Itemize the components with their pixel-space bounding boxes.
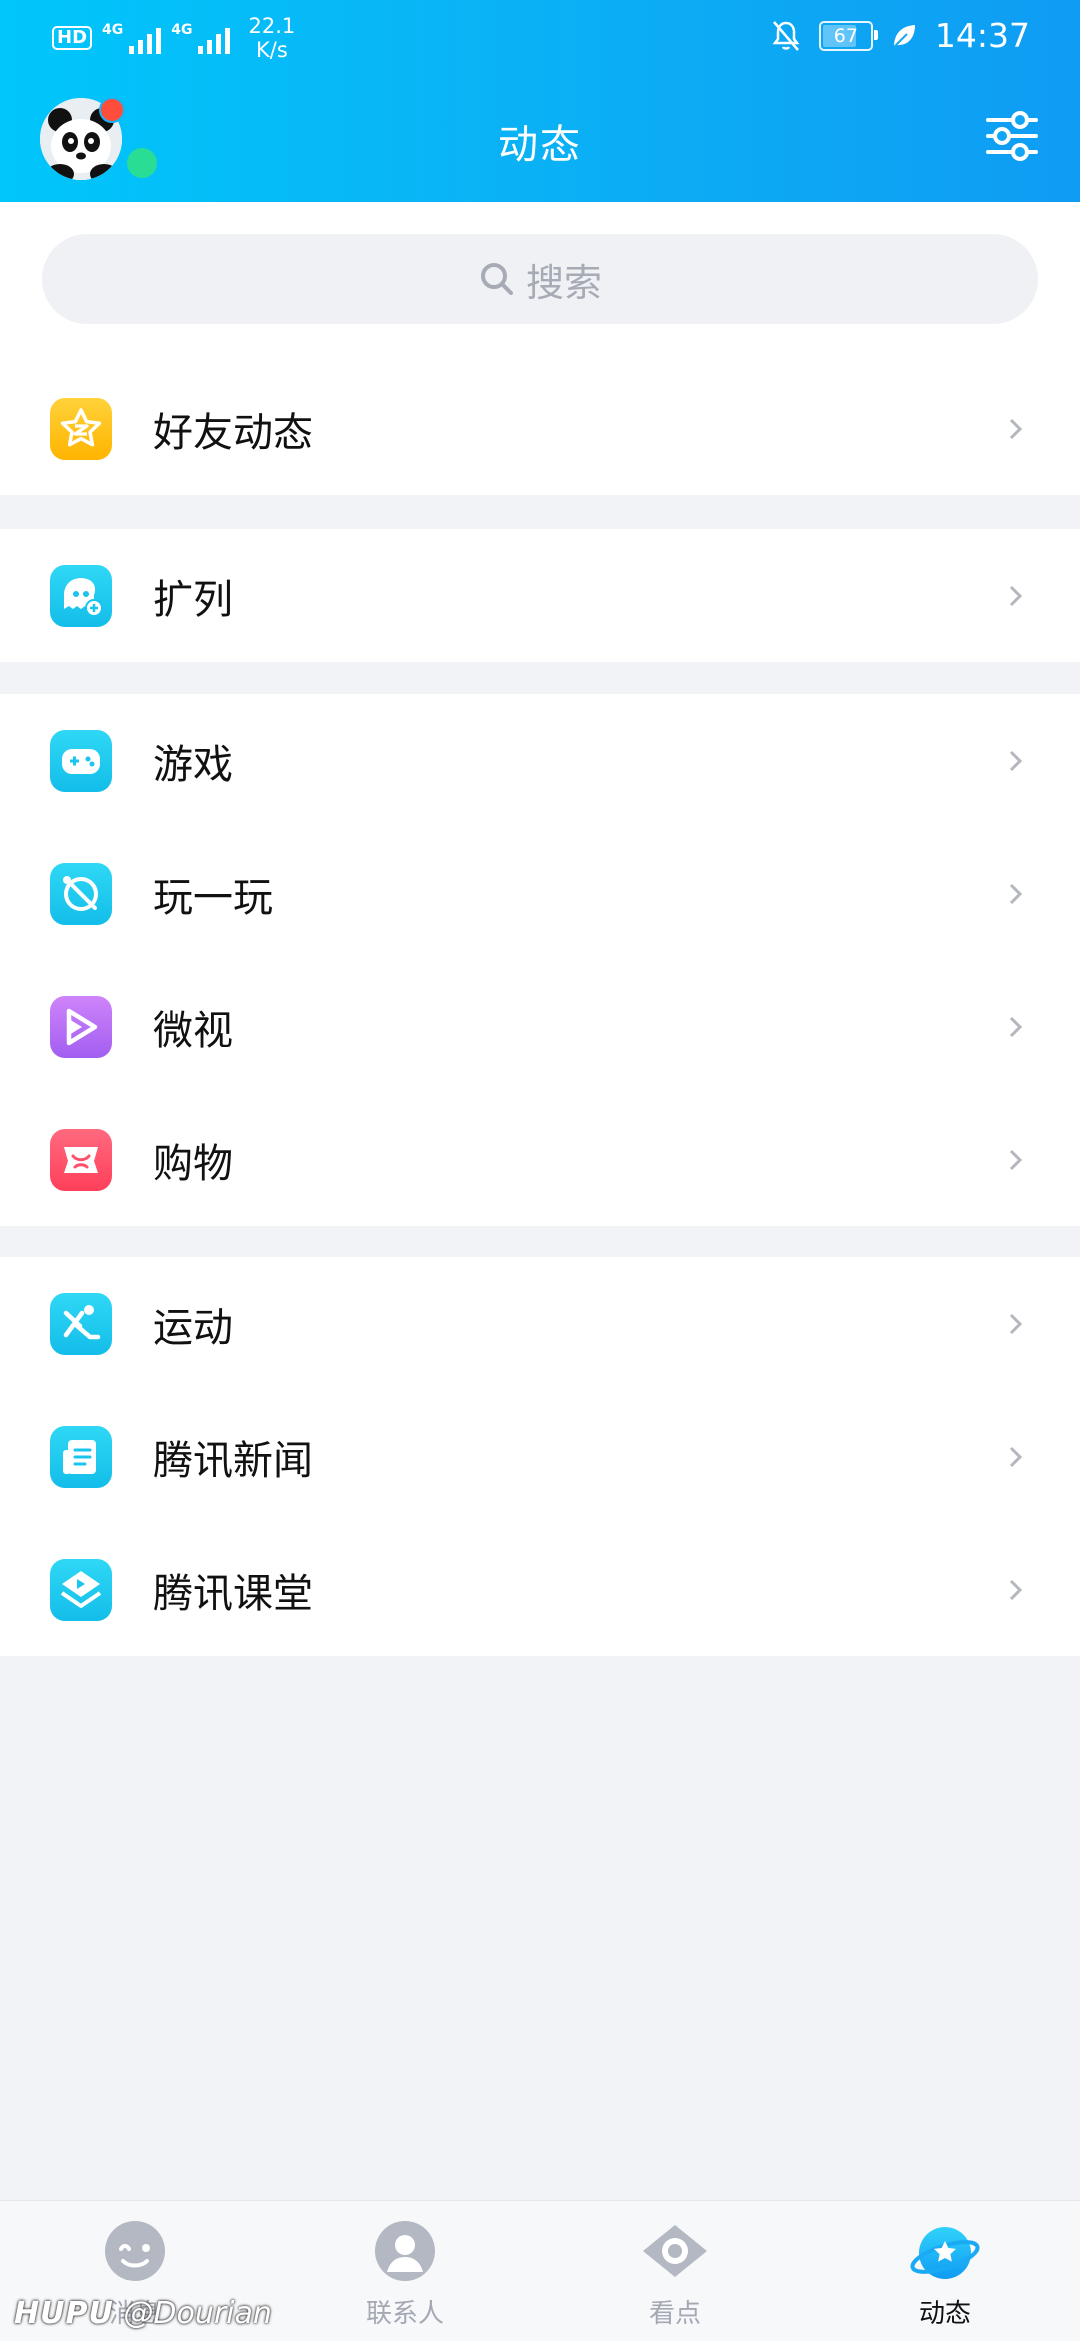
- network-speed: 22.1 K/s: [248, 14, 295, 62]
- qzone-star-icon: [50, 398, 112, 460]
- list-item-tencent-classroom[interactable]: 腾讯课堂: [0, 1523, 1080, 1656]
- chevron-right-icon: [1009, 1016, 1023, 1038]
- chevron-right-icon: [1009, 1446, 1023, 1468]
- chevron-right-icon: [1009, 418, 1023, 440]
- list-item-play[interactable]: 玩一玩: [0, 827, 1080, 960]
- contacts-icon: [375, 2221, 435, 2281]
- battery-level: 67: [833, 24, 858, 47]
- speed-value: 22.1: [248, 14, 296, 38]
- clock: 14:37: [934, 16, 1030, 55]
- chevron-right-icon: [1009, 585, 1023, 607]
- list-item-weishi[interactable]: 微视: [0, 960, 1080, 1093]
- planet-icon: [50, 863, 112, 925]
- tab-watch[interactable]: 看点: [540, 2201, 810, 2341]
- network-type-2: 4G: [171, 22, 193, 38]
- network-type-1: 4G: [102, 22, 124, 38]
- chevron-right-icon: [1009, 750, 1023, 772]
- filter-settings-icon[interactable]: [984, 110, 1040, 162]
- page-title: 动态: [498, 122, 582, 168]
- eye-icon: [643, 2225, 707, 2277]
- search-section: 搜索: [0, 202, 1080, 362]
- watermark-brand: HUPU: [14, 2296, 114, 2331]
- signal-icon-2: 4G: [171, 22, 231, 54]
- message-icon: [105, 2221, 165, 2281]
- chevron-right-icon: [1009, 1313, 1023, 1335]
- tab-label: 看点: [648, 2299, 701, 2329]
- list-item-label: 玩一玩: [153, 874, 273, 921]
- watermark: HUPU @Dourian: [14, 2296, 272, 2331]
- gamepad-icon: [50, 730, 112, 792]
- group-friends: 好友动态: [0, 362, 1080, 495]
- list-item-label: 购物: [153, 1140, 233, 1187]
- shopping-icon: [50, 1129, 112, 1191]
- group-apps: 游戏 玩一玩 微视 购物: [0, 694, 1080, 1226]
- planet-star-icon: [910, 2227, 980, 2279]
- list-item-shopping[interactable]: 购物: [0, 1093, 1080, 1226]
- news-icon: [50, 1426, 112, 1488]
- running-icon: [50, 1293, 112, 1355]
- status-left: HD 4G 4G 22.1 K/s: [52, 14, 295, 62]
- leaf-icon: [893, 24, 915, 48]
- list-item-label: 扩列: [153, 576, 233, 623]
- speed-unit: K/s: [255, 38, 288, 62]
- search-placeholder: 搜索: [525, 260, 602, 305]
- status-right: 67 14:37: [771, 16, 1030, 55]
- list-item-friend-feed[interactable]: 好友动态: [0, 362, 1080, 495]
- list-item-label: 微视: [153, 1007, 233, 1054]
- list-item-expand[interactable]: 扩列: [0, 529, 1080, 662]
- list-item-games[interactable]: 游戏: [0, 694, 1080, 827]
- tab-label: 联系人: [365, 2299, 444, 2329]
- header-bar: HD 4G 4G 22.1 K/s 67 14:37 动态: [0, 0, 1080, 202]
- status-bar: HD 4G 4G 22.1 K/s 67 14:37: [0, 0, 1080, 72]
- bell-muted-icon: [772, 20, 800, 51]
- chevron-right-icon: [1009, 1149, 1023, 1171]
- tab-label: 动态: [918, 2299, 971, 2329]
- tab-contacts[interactable]: 联系人: [270, 2201, 540, 2341]
- classroom-icon: [50, 1559, 112, 1621]
- tab-feed[interactable]: 动态: [810, 2201, 1080, 2341]
- chevron-right-icon: [1009, 883, 1023, 905]
- battery-icon: 67: [818, 20, 878, 51]
- list-item-sports[interactable]: 运动: [0, 1257, 1080, 1390]
- search-input[interactable]: 搜索: [42, 234, 1038, 324]
- list-item-label: 腾讯新闻: [153, 1437, 313, 1484]
- list-item-label: 运动: [153, 1304, 233, 1351]
- list-item-tencent-news[interactable]: 腾讯新闻: [0, 1390, 1080, 1523]
- search-icon: [480, 263, 513, 295]
- add-friend-face-icon: [50, 565, 112, 627]
- list-item-label: 好友动态: [153, 409, 313, 456]
- list-item-label: 游戏: [153, 741, 233, 788]
- signal-icon: 4G: [102, 22, 162, 54]
- group-services: 运动 腾讯新闻 腾讯课堂: [0, 1257, 1080, 1656]
- chevron-right-icon: [1009, 1579, 1023, 1601]
- hd-badge: HD: [52, 26, 93, 50]
- list-item-label: 腾讯课堂: [153, 1570, 313, 1617]
- watermark-user: @Dourian: [123, 2296, 272, 2331]
- group-expand: 扩列: [0, 529, 1080, 662]
- weishi-play-icon: [50, 996, 112, 1058]
